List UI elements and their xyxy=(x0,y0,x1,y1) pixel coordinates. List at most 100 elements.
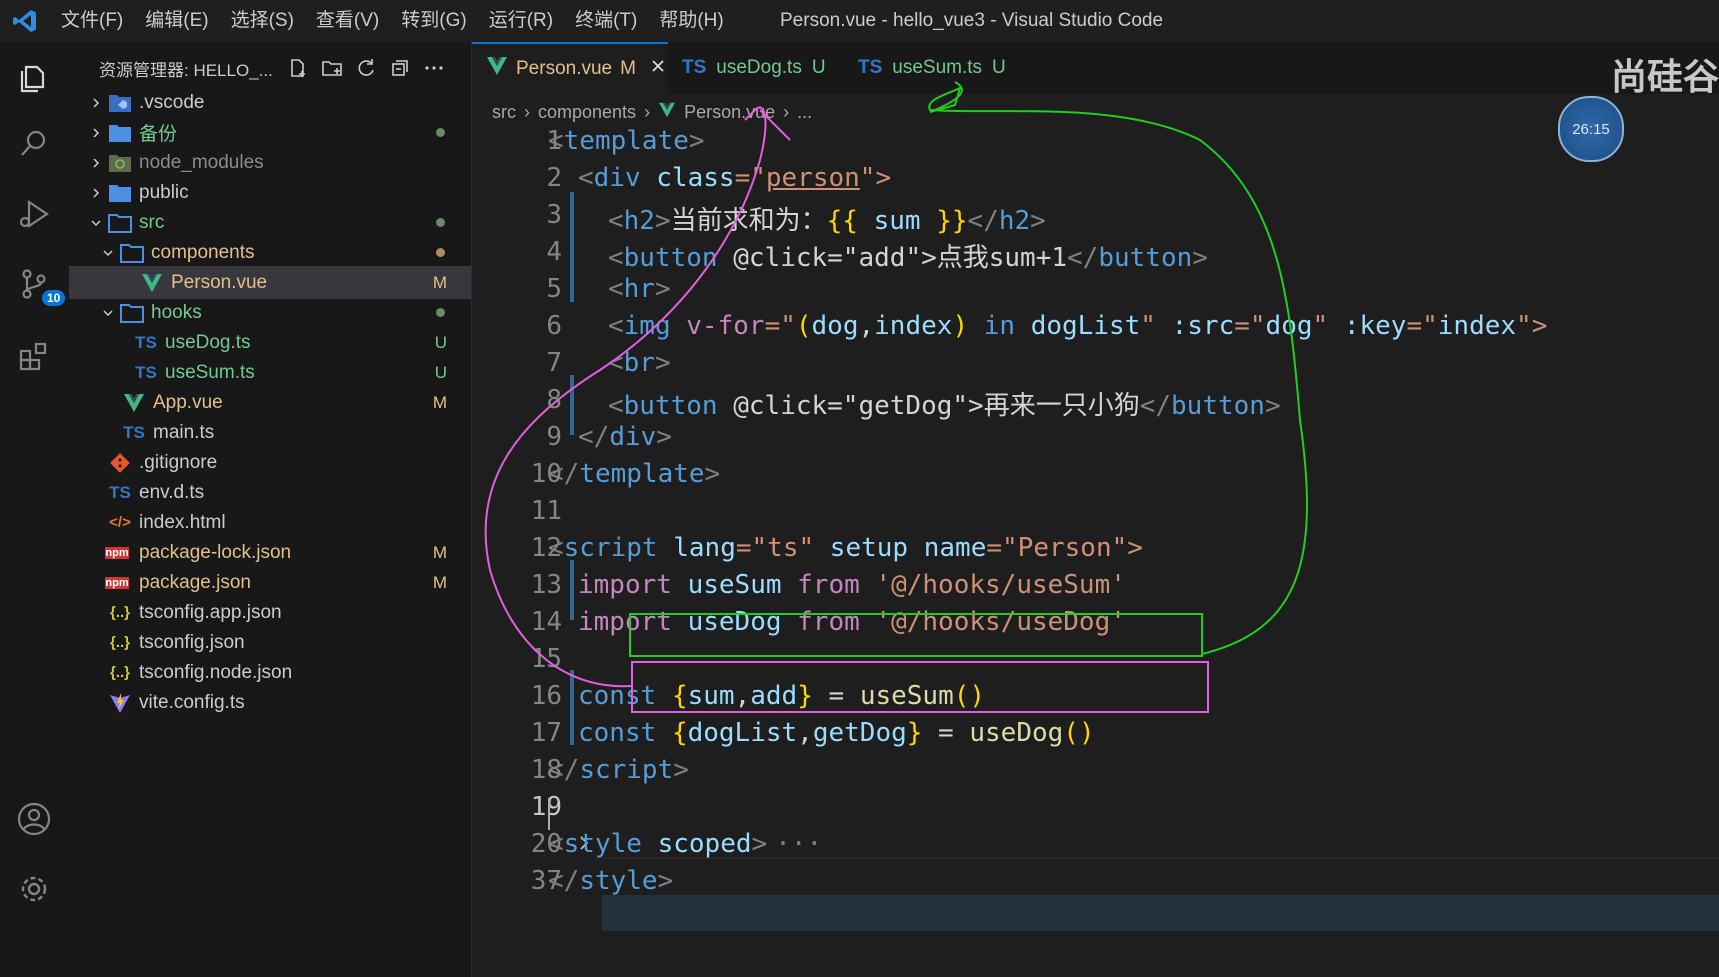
collapse-all-icon[interactable] xyxy=(389,57,411,79)
tree-item-index-html[interactable]: </> index.html xyxy=(69,506,471,539)
tree-item-public[interactable]: public xyxy=(69,176,471,209)
menu-file[interactable]: 文件(F) xyxy=(50,0,134,42)
code-line: import useSum from '@/hooks/useSum' xyxy=(578,570,1126,600)
menu-selection[interactable]: 选择(S) xyxy=(220,0,305,42)
folder-icon xyxy=(105,213,135,233)
editor-tabs: Person.vue M TS useDog.ts U TS useSum.ts… xyxy=(472,42,1719,97)
modified-gutter-marker xyxy=(570,192,574,302)
tree-item-label: .vscode xyxy=(139,91,205,113)
settings-gear-icon[interactable] xyxy=(12,867,56,911)
code-line: </script> xyxy=(548,755,689,785)
tree-item-usedog-ts[interactable]: TS useDog.ts U xyxy=(69,326,471,359)
tree-item-hooks[interactable]: hooks xyxy=(69,296,471,329)
chevron-right-icon: › xyxy=(524,101,530,122)
brand-watermark: 尚硅谷 xyxy=(1610,56,1719,97)
html-icon: </> xyxy=(109,514,131,531)
tree-item-main-ts[interactable]: TS main.ts xyxy=(69,416,471,449)
folder-icon xyxy=(105,123,135,143)
chevron-right-icon: › xyxy=(783,101,790,122)
tree-item-label: vite.config.ts xyxy=(139,691,245,713)
chevron-right-icon: › xyxy=(644,101,651,122)
folder-icon xyxy=(117,303,147,323)
json-icon: {..} xyxy=(109,604,130,621)
npm-icon: npm xyxy=(105,546,129,559)
tab-status: M xyxy=(620,58,636,79)
breadcrumb-item[interactable]: src xyxy=(492,102,516,123)
extensions-icon[interactable] xyxy=(12,334,56,378)
tab-person-vue[interactable]: Person.vue M xyxy=(472,42,668,94)
tab-usesum-ts[interactable]: TS useSum.ts U xyxy=(844,42,1058,94)
new-folder-icon[interactable] xyxy=(321,57,343,79)
more-actions-icon[interactable] xyxy=(423,57,445,79)
run-debug-icon[interactable] xyxy=(12,192,56,236)
tree-item-label: Person.vue xyxy=(171,271,268,293)
vscode-folder-icon xyxy=(105,93,135,113)
window-title: Person.vue - hello_vue3 - Visual Studio … xyxy=(780,10,1164,31)
line-number: 5 xyxy=(546,274,562,304)
tree-item-vscode[interactable]: .vscode xyxy=(69,86,471,119)
line-number: 3 xyxy=(546,200,562,230)
code-line: </template> xyxy=(548,459,721,489)
tree-item-vite-config-ts[interactable]: vite.config.ts xyxy=(69,686,471,719)
breadcrumb-item[interactable]: ... xyxy=(797,102,812,123)
tree-item-tsconfig-json[interactable]: {..} tsconfig.json xyxy=(69,626,471,659)
modified-gutter-marker xyxy=(570,375,574,435)
ts-icon: TS xyxy=(858,57,883,78)
menu-view[interactable]: 查看(V) xyxy=(305,0,390,42)
menu-run[interactable]: 运行(R) xyxy=(478,0,564,42)
tree-item-app-vue[interactable]: App.vue M xyxy=(69,386,471,419)
code-line: import useDog from '@/hooks/useDog' xyxy=(578,607,1126,637)
line-number: 15 xyxy=(530,644,562,674)
menu-help[interactable]: 帮助(H) xyxy=(648,0,734,42)
tree-item-label: package-lock.json xyxy=(139,541,292,563)
breadcrumb-item[interactable]: Person.vue xyxy=(684,102,775,123)
json-icon: {..} xyxy=(109,634,130,651)
tab-usedog-ts[interactable]: TS useDog.ts U xyxy=(668,42,872,94)
menu-terminal[interactable]: 终端(T) xyxy=(564,0,648,42)
tree-item-package-json[interactable]: npm package.json M xyxy=(69,566,471,599)
tree-item-tsconfig-node-json[interactable]: {..} tsconfig.node.json xyxy=(69,656,471,689)
chevron-right-icon xyxy=(87,157,105,169)
tree-item-env-d-ts[interactable]: TS env.d.ts xyxy=(69,476,471,509)
close-icon[interactable] xyxy=(650,58,666,80)
tree-item-person-vue[interactable]: Person.vue M xyxy=(69,266,471,299)
line-number: 7 xyxy=(546,348,562,378)
breadcrumb-item[interactable]: components xyxy=(538,102,636,123)
menu-edit[interactable]: 编辑(E) xyxy=(134,0,219,42)
refresh-icon[interactable] xyxy=(355,57,377,79)
explorer-icon[interactable] xyxy=(12,56,56,100)
new-file-icon[interactable] xyxy=(287,57,309,79)
tree-item-package-lock-json[interactable]: npm package-lock.json M xyxy=(69,536,471,569)
account-icon[interactable] xyxy=(12,797,56,841)
tree-item-components[interactable]: components xyxy=(69,236,471,269)
code-line: <button @click="add">点我sum+1</button> xyxy=(608,243,1208,273)
source-control-icon[interactable]: 10 xyxy=(12,262,66,306)
code-editor[interactable]: 1 2 3 4 5 6 7 8 9 10 11 12 13 14 15 16 1… xyxy=(472,126,1719,977)
tree-item-gitignore[interactable]: .gitignore xyxy=(69,446,471,479)
tree-item-label: env.d.ts xyxy=(139,481,205,503)
folded-line-highlight xyxy=(602,895,1719,931)
tree-item-backup[interactable]: 备份 xyxy=(69,116,471,149)
code-line: <br> xyxy=(608,348,671,378)
vite-icon xyxy=(105,692,135,714)
menu-go[interactable]: 转到(G) xyxy=(390,0,477,42)
tree-item-src[interactable]: src xyxy=(69,206,471,239)
line-number: 14 xyxy=(530,607,562,637)
tree-item-label: tsconfig.json xyxy=(139,631,245,653)
tree-item-label: index.html xyxy=(139,511,226,533)
line-number: 11 xyxy=(530,496,562,526)
line-number: 9 xyxy=(546,422,562,452)
tree-item-label: node_modules xyxy=(139,151,264,173)
search-icon[interactable] xyxy=(12,122,56,166)
tree-item-tsconfig-app-json[interactable]: {..} tsconfig.app.json xyxy=(69,596,471,629)
line-number: 8 xyxy=(546,385,562,415)
code-line: const {dogList,getDog} = useDog() xyxy=(578,718,1095,748)
tab-label: Person.vue xyxy=(516,58,613,79)
line-number: 17 xyxy=(530,718,562,748)
tree-item-label: useDog.ts xyxy=(165,331,251,353)
tree-item-usesum-ts[interactable]: TS useSum.ts U xyxy=(69,356,471,389)
activity-bar: 10 xyxy=(0,42,69,977)
ts-icon: TS xyxy=(109,482,131,502)
tree-item-label: tsconfig.node.json xyxy=(139,661,293,683)
tree-item-node-modules[interactable]: node_modules xyxy=(69,146,471,179)
